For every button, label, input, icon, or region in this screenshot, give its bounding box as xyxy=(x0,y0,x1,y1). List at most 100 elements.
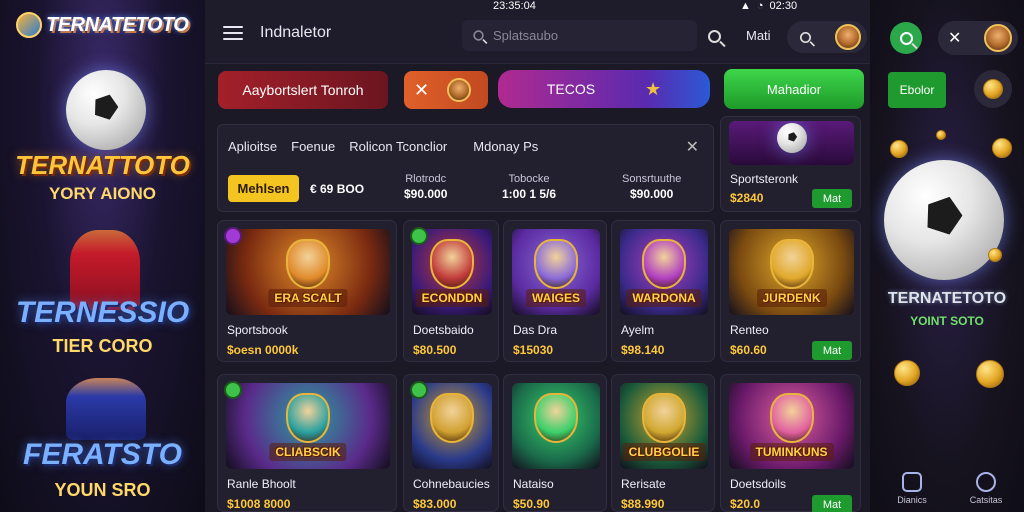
game-thumbnail-label: WAIGES xyxy=(525,289,587,307)
brand-logo[interactable]: TERNATETOTO xyxy=(16,12,189,38)
card-price: $1008 8000 xyxy=(227,497,291,511)
right-pill[interactable]: ✕ xyxy=(938,21,1018,55)
game-card[interactable]: TUMINKUNS Doetsdoils $20.0 Mat xyxy=(720,374,861,512)
amount-text: € 69 BOO xyxy=(310,182,365,196)
coin-stack-icon[interactable] xyxy=(974,70,1012,108)
filter-tab[interactable]: Aplioitse xyxy=(228,139,277,154)
game-card[interactable]: WAIGES Das Dra $15030 xyxy=(503,220,607,362)
filter-tab[interactable]: Mdonay Ps xyxy=(473,139,538,154)
game-card[interactable]: Nataiso $50.90 xyxy=(503,374,607,512)
promo-sub-1: YORY AIONO xyxy=(48,184,157,203)
game-card[interactable]: CLIABSCIK Ranle Bhoolt $1008 8000 xyxy=(217,374,397,512)
game-emblem-icon xyxy=(430,239,474,289)
camera-icon xyxy=(976,472,996,492)
nav-label: Catsitas xyxy=(969,495,1003,505)
game-emblem-icon xyxy=(769,393,814,443)
game-thumbnail-label: ERA SCALT xyxy=(268,289,348,307)
avatar[interactable] xyxy=(984,24,1012,52)
category-tabs: Aaybortslert Tonroh ✕ TECOS ★ Mahadior xyxy=(205,68,870,112)
tab-green[interactable]: Mahadior xyxy=(724,69,864,109)
tab-close-group[interactable]: ✕ xyxy=(404,71,488,109)
coin-icon xyxy=(992,138,1012,158)
close-icon[interactable]: ✕ xyxy=(414,80,429,101)
stat-3: Sonsrtuuthe $90.000 xyxy=(622,173,681,201)
close-icon[interactable]: ✕ xyxy=(948,28,961,48)
game-emblem-icon xyxy=(642,393,686,443)
search-icon xyxy=(799,31,811,43)
right-button[interactable]: Ebolor xyxy=(888,72,946,108)
filter-tab[interactable]: Rolicon Tconclior xyxy=(349,139,447,154)
coin-icon xyxy=(890,140,908,158)
game-thumbnail-label: TUMINKUNS xyxy=(749,443,834,461)
card-price: $oesn 0000k xyxy=(227,343,299,357)
filter-button[interactable]: Mehlsen xyxy=(228,175,299,202)
nav-dianics[interactable]: Dianics xyxy=(892,472,932,505)
card-name: Sportsbook xyxy=(227,323,288,337)
home-icon xyxy=(902,472,922,492)
game-thumbnail: ERA SCALT xyxy=(226,229,390,315)
badge-icon xyxy=(410,227,428,245)
game-thumbnail: WARDONA xyxy=(620,229,708,315)
menu-icon[interactable] xyxy=(223,26,243,40)
tab-sports[interactable]: Aaybortslert Tonroh xyxy=(218,71,388,109)
play-button[interactable]: Mat xyxy=(812,495,852,512)
game-card[interactable]: WARDONA Ayelm $98.140 xyxy=(611,220,715,362)
badge-icon xyxy=(224,227,242,245)
featured-card[interactable]: Sportsteronk $2840 Mat xyxy=(720,116,861,212)
avatar xyxy=(447,78,472,102)
right-promo-title: TERNATETOTO xyxy=(887,290,1007,307)
card-price: $88.990 xyxy=(621,497,665,511)
stat-2: Tobocke 1:00 1 5/6 xyxy=(502,173,556,201)
avatar[interactable] xyxy=(835,24,861,50)
game-emblem-icon xyxy=(642,239,686,289)
coin-icon xyxy=(894,360,920,386)
player-image-2 xyxy=(66,378,146,440)
featured-thumbnail xyxy=(729,121,854,165)
game-emblem-icon xyxy=(430,393,474,443)
game-emblem-icon xyxy=(534,239,578,289)
search-box[interactable] xyxy=(462,20,697,51)
soccer-ball-image xyxy=(884,160,1004,280)
game-thumbnail-label: CLIABSCIK xyxy=(269,443,347,461)
promo-title-2: TERNESSIO xyxy=(15,296,190,329)
right-promo-panel: ✕ Ebolor TERNATETOTO YOINT SOTO Dianics … xyxy=(870,0,1024,512)
top-link[interactable]: Mati xyxy=(746,28,771,43)
nav-catsitas[interactable]: Catsitas xyxy=(966,472,1006,505)
game-emblem-icon xyxy=(534,393,578,443)
filter-tabs: Aplioitse Foenue Rolicon Tconclior Mdona… xyxy=(228,139,538,154)
game-card[interactable]: ECONDDN Doetsbaido $80.500 xyxy=(403,220,499,362)
play-button[interactable]: Mat xyxy=(812,189,852,208)
game-card[interactable]: JURDENK Renteo $60.60 Mat xyxy=(720,220,861,362)
card-price: $50.90 xyxy=(513,497,550,511)
pill-search-button[interactable] xyxy=(797,29,813,45)
signal-icon: ▲ xyxy=(740,0,751,12)
tab-live[interactable]: TECOS ★ xyxy=(498,70,710,108)
card-price: $83.000 xyxy=(413,497,457,511)
page-title: Indnaletor xyxy=(260,24,332,41)
right-promo-sub: YOINT SOTO xyxy=(910,314,984,328)
filter-tab[interactable]: Foenue xyxy=(291,139,335,154)
game-card[interactable]: ERA SCALT Sportsbook $oesn 0000k xyxy=(217,220,397,362)
search-icon xyxy=(899,31,913,45)
filter-card: Aplioitse Foenue Rolicon Tconclior Mdona… xyxy=(217,124,714,212)
game-thumbnail-label: JURDENK xyxy=(756,289,827,307)
search-input[interactable] xyxy=(493,28,683,43)
card-name: Das Dra xyxy=(513,323,558,337)
game-card[interactable]: CLUBGOLIE Rerisate $88.990 xyxy=(611,374,715,512)
stat-value: 1:00 1 5/6 xyxy=(502,187,557,201)
game-thumbnail-label: CLUBGOLIE xyxy=(622,443,706,461)
play-button[interactable]: Mat xyxy=(812,341,852,360)
stat-label: Sonsrtuuthe xyxy=(622,173,682,185)
game-thumbnail-label: ECONDDN xyxy=(415,289,489,307)
game-emblem-icon xyxy=(286,393,330,443)
game-thumbnail: CLUBGOLIE xyxy=(620,383,708,469)
game-card[interactable]: Cohnebaucies $83.000 xyxy=(403,374,499,512)
promo-title-1: TERNATTOTO xyxy=(15,150,190,180)
game-emblem-icon xyxy=(769,239,814,289)
card-name: Renteo xyxy=(730,323,769,337)
user-pill[interactable] xyxy=(787,21,867,53)
close-icon[interactable]: ✕ xyxy=(686,137,699,157)
search-button[interactable] xyxy=(705,27,723,45)
search-button[interactable] xyxy=(890,22,922,54)
card-price: $20.0 xyxy=(730,497,761,511)
